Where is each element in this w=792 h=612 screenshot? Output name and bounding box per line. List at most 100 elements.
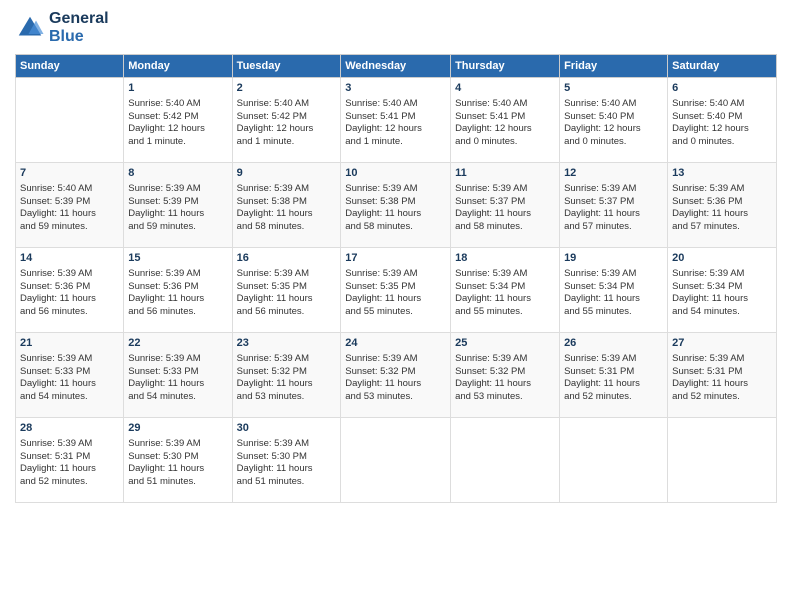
logo-icon [15,13,45,43]
calendar-cell [451,418,560,503]
cell-info: Sunrise: 5:40 AM Sunset: 5:42 PM Dayligh… [237,98,337,149]
col-header-tuesday: Tuesday [232,55,341,78]
calendar-cell: 25 Sunrise: 5:39 AM Sunset: 5:32 PM Dayli… [451,333,560,418]
day-number: 12 [564,166,663,181]
cell-info: Sunrise: 5:39 AM Sunset: 5:31 PM Dayligh… [564,353,663,404]
cell-info: Sunrise: 5:39 AM Sunset: 5:30 PM Dayligh… [237,438,337,489]
day-number: 9 [237,166,337,181]
cell-info: Sunrise: 5:39 AM Sunset: 5:33 PM Dayligh… [20,353,119,404]
col-header-wednesday: Wednesday [341,55,451,78]
day-number: 25 [455,336,555,351]
cell-info: Sunrise: 5:40 AM Sunset: 5:42 PM Dayligh… [128,98,227,149]
cell-info: Sunrise: 5:39 AM Sunset: 5:36 PM Dayligh… [128,268,227,319]
calendar-cell: 22 Sunrise: 5:39 AM Sunset: 5:33 PM Dayli… [124,333,232,418]
day-number: 4 [455,81,555,96]
day-number: 22 [128,336,227,351]
cell-info: Sunrise: 5:40 AM Sunset: 5:40 PM Dayligh… [672,98,772,149]
cell-info: Sunrise: 5:39 AM Sunset: 5:31 PM Dayligh… [672,353,772,404]
calendar-cell: 11 Sunrise: 5:39 AM Sunset: 5:37 PM Dayli… [451,163,560,248]
col-header-friday: Friday [560,55,668,78]
calendar-cell: 24 Sunrise: 5:39 AM Sunset: 5:32 PM Dayli… [341,333,451,418]
day-number: 19 [564,251,663,266]
day-number: 14 [20,251,119,266]
cell-info: Sunrise: 5:39 AM Sunset: 5:34 PM Dayligh… [564,268,663,319]
calendar-cell: 16 Sunrise: 5:39 AM Sunset: 5:35 PM Dayli… [232,248,341,333]
logo: General Blue [15,10,109,46]
logo-text: General Blue [49,10,109,46]
cell-info: Sunrise: 5:39 AM Sunset: 5:37 PM Dayligh… [564,183,663,234]
cell-info: Sunrise: 5:40 AM Sunset: 5:41 PM Dayligh… [455,98,555,149]
col-header-thursday: Thursday [451,55,560,78]
calendar-cell: 27 Sunrise: 5:39 AM Sunset: 5:31 PM Dayli… [668,333,777,418]
column-headers: SundayMondayTuesdayWednesdayThursdayFrid… [16,55,777,78]
page-container: General Blue SundayMondayTuesdayWednesda… [0,0,792,513]
day-number: 13 [672,166,772,181]
day-number: 18 [455,251,555,266]
calendar-cell: 26 Sunrise: 5:39 AM Sunset: 5:31 PM Dayli… [560,333,668,418]
day-number: 10 [345,166,446,181]
calendar-cell: 4 Sunrise: 5:40 AM Sunset: 5:41 PM Daylig… [451,78,560,163]
calendar-cell: 18 Sunrise: 5:39 AM Sunset: 5:34 PM Dayli… [451,248,560,333]
day-number: 26 [564,336,663,351]
calendar-cell: 23 Sunrise: 5:39 AM Sunset: 5:32 PM Dayli… [232,333,341,418]
calendar-cell: 2 Sunrise: 5:40 AM Sunset: 5:42 PM Daylig… [232,78,341,163]
calendar-cell: 6 Sunrise: 5:40 AM Sunset: 5:40 PM Daylig… [668,78,777,163]
day-number: 3 [345,81,446,96]
day-number: 17 [345,251,446,266]
calendar-cell: 9 Sunrise: 5:39 AM Sunset: 5:38 PM Daylig… [232,163,341,248]
day-number: 5 [564,81,663,96]
day-number: 23 [237,336,337,351]
page-header: General Blue [15,10,777,46]
day-number: 29 [128,421,227,436]
cell-info: Sunrise: 5:39 AM Sunset: 5:30 PM Dayligh… [128,438,227,489]
cell-info: Sunrise: 5:39 AM Sunset: 5:35 PM Dayligh… [345,268,446,319]
day-number: 20 [672,251,772,266]
day-number: 2 [237,81,337,96]
col-header-saturday: Saturday [668,55,777,78]
week-row-2: 14 Sunrise: 5:39 AM Sunset: 5:36 PM Dayli… [16,248,777,333]
cell-info: Sunrise: 5:39 AM Sunset: 5:36 PM Dayligh… [672,183,772,234]
day-number: 28 [20,421,119,436]
day-number: 21 [20,336,119,351]
calendar-cell: 10 Sunrise: 5:39 AM Sunset: 5:38 PM Dayli… [341,163,451,248]
week-row-3: 21 Sunrise: 5:39 AM Sunset: 5:33 PM Dayli… [16,333,777,418]
calendar-cell [341,418,451,503]
day-number: 11 [455,166,555,181]
calendar-cell: 1 Sunrise: 5:40 AM Sunset: 5:42 PM Daylig… [124,78,232,163]
week-row-4: 28Sunrise: 5:39 AM Sunset: 5:31 PM Dayli… [16,418,777,503]
calendar-cell: 7Sunrise: 5:40 AM Sunset: 5:39 PM Daylig… [16,163,124,248]
calendar-cell [668,418,777,503]
cell-info: Sunrise: 5:39 AM Sunset: 5:32 PM Dayligh… [237,353,337,404]
calendar-cell: 3Sunrise: 5:40 AM Sunset: 5:41 PM Daylig… [341,78,451,163]
calendar-cell: 30 Sunrise: 5:39 AM Sunset: 5:30 PM Dayli… [232,418,341,503]
week-row-1: 7Sunrise: 5:40 AM Sunset: 5:39 PM Daylig… [16,163,777,248]
col-header-monday: Monday [124,55,232,78]
calendar-cell: 28Sunrise: 5:39 AM Sunset: 5:31 PM Dayli… [16,418,124,503]
cell-info: Sunrise: 5:39 AM Sunset: 5:35 PM Dayligh… [237,268,337,319]
cell-info: Sunrise: 5:39 AM Sunset: 5:36 PM Dayligh… [20,268,119,319]
day-number: 24 [345,336,446,351]
calendar-cell: 8Sunrise: 5:39 AM Sunset: 5:39 PM Daylig… [124,163,232,248]
day-number: 27 [672,336,772,351]
cell-info: Sunrise: 5:39 AM Sunset: 5:38 PM Dayligh… [237,183,337,234]
cell-info: Sunrise: 5:39 AM Sunset: 5:38 PM Dayligh… [345,183,446,234]
cell-info: Sunrise: 5:39 AM Sunset: 5:34 PM Dayligh… [455,268,555,319]
cell-info: Sunrise: 5:39 AM Sunset: 5:37 PM Dayligh… [455,183,555,234]
col-header-sunday: Sunday [16,55,124,78]
day-number: 30 [237,421,337,436]
day-number: 1 [128,81,227,96]
calendar-cell: 17 Sunrise: 5:39 AM Sunset: 5:35 PM Dayli… [341,248,451,333]
cell-info: Sunrise: 5:39 AM Sunset: 5:32 PM Dayligh… [345,353,446,404]
cell-info: Sunrise: 5:39 AM Sunset: 5:34 PM Dayligh… [672,268,772,319]
calendar-cell [560,418,668,503]
calendar-cell: 21 Sunrise: 5:39 AM Sunset: 5:33 PM Dayli… [16,333,124,418]
cell-info: Sunrise: 5:39 AM Sunset: 5:33 PM Dayligh… [128,353,227,404]
cell-info: Sunrise: 5:39 AM Sunset: 5:32 PM Dayligh… [455,353,555,404]
cell-info: Sunrise: 5:40 AM Sunset: 5:39 PM Dayligh… [20,183,119,234]
day-number: 6 [672,81,772,96]
cell-info: Sunrise: 5:39 AM Sunset: 5:39 PM Dayligh… [128,183,227,234]
calendar-cell: 13 Sunrise: 5:39 AM Sunset: 5:36 PM Dayli… [668,163,777,248]
cell-info: Sunrise: 5:40 AM Sunset: 5:40 PM Dayligh… [564,98,663,149]
calendar-cell: 12 Sunrise: 5:39 AM Sunset: 5:37 PM Dayli… [560,163,668,248]
day-number: 16 [237,251,337,266]
